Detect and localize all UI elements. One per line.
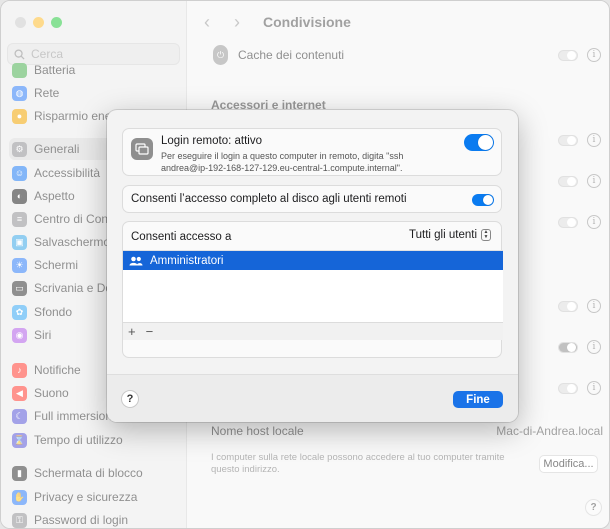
- sheet-footer: ? Fine: [107, 374, 518, 422]
- add-user-button[interactable]: +: [128, 324, 136, 339]
- disk-access-label: Consenti l’accesso completo al disco agl…: [131, 193, 407, 205]
- settings-window: Cerca Batteria ◍ Rete ● Risparmio energi…: [0, 0, 610, 529]
- chevron-updown-icon: ▲ ▼: [481, 229, 491, 241]
- group-icon: [129, 256, 143, 265]
- access-label: Consenti accesso a: [131, 231, 232, 243]
- login-description: Per eseguire il login a questo computer …: [161, 151, 404, 173]
- remote-login-icon: [131, 138, 153, 160]
- remove-user-button[interactable]: −: [146, 324, 154, 339]
- disk-access-toggle[interactable]: [472, 194, 494, 206]
- login-card: Login remoto: attivo Per eseguire il log…: [122, 128, 502, 176]
- remote-login-sheet: Login remoto: attivo Per eseguire il log…: [107, 110, 518, 422]
- list-controls: + −: [123, 322, 503, 340]
- access-card: Consenti accesso a Tutti gli utenti ▲ ▼ A…: [122, 221, 503, 358]
- done-button[interactable]: Fine: [453, 391, 503, 408]
- list-item[interactable]: Amministratori: [123, 251, 503, 270]
- login-title: Login remoto: attivo: [161, 135, 263, 147]
- help-button[interactable]: ?: [121, 390, 139, 408]
- list-item-label: Amministratori: [150, 254, 224, 267]
- remote-login-toggle[interactable]: [464, 134, 494, 151]
- users-list[interactable]: Amministratori + −: [123, 250, 503, 340]
- disk-access-card: Consenti l’accesso completo al disco agl…: [122, 185, 502, 213]
- access-popup-value: Tutti gli utenti: [409, 229, 477, 241]
- access-popup[interactable]: Tutti gli utenti ▲ ▼: [409, 229, 491, 241]
